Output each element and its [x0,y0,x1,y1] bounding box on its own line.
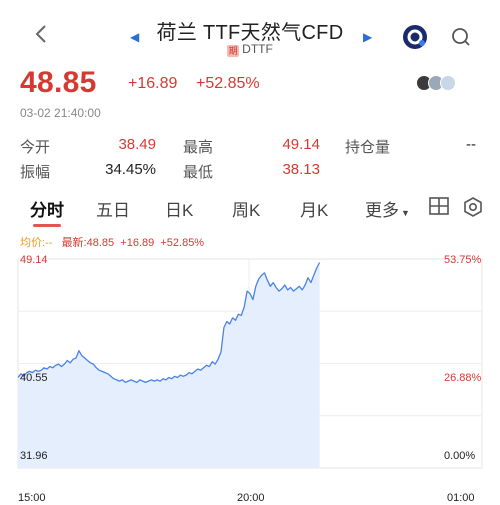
chart-period-tabs: 分时 五日 日K 周K 月K 更多 ▼ [0,196,500,227]
tab-more[interactable]: 更多 ▼ [365,196,410,221]
avatar [440,75,456,91]
y-right-tick-label: 26.88% [444,372,482,384]
price-change: +16.89 [128,75,178,92]
futures-badge: 期 [227,45,240,57]
tab-five-day[interactable]: 五日 [96,196,130,221]
tab-weekly-k[interactable]: 周K [232,196,260,221]
stat-label-amplitude: 振幅 [20,164,51,181]
active-tab-indicator [33,224,61,227]
tab-intraday[interactable]: 分时 [30,196,64,221]
symbol-code-label: DTTF [242,42,273,56]
quote-timestamp: 03-02 21:40:00 [20,106,101,120]
search-icon[interactable] [450,26,472,48]
next-symbol-arrow-icon[interactable]: ▶ [363,30,372,44]
stat-value-low: 38.13 [282,161,320,178]
y-tick-label: 49.14 [20,254,48,266]
top-navbar: ◀ 荷兰 TTF天然气CFD 期 DTTF ▶ [0,0,500,62]
settings-hexagon-icon[interactable] [462,196,484,218]
stat-value-high: 49.14 [282,136,320,153]
caret-down-icon: ▼ [401,208,410,218]
grid-layout-icon[interactable] [428,196,450,218]
x-tick-label: 01:00 [447,492,475,504]
intraday-chart-svg [17,258,483,469]
stat-label-open-interest: 持仓量 [345,139,391,156]
stat-label-open: 今开 [20,139,51,156]
x-tick-label: 15:00 [18,492,46,504]
tab-monthly-k[interactable]: 月K [300,196,328,221]
tab-more-label: 更多 [365,201,399,220]
y-right-tick-label: 53.75% [444,254,482,266]
stat-value-amplitude: 34.45% [105,161,156,178]
stat-label-low: 最低 [183,164,214,181]
y-tick-label: 31.96 [20,450,48,462]
app-logo-icon[interactable] [402,24,428,50]
last-price: 48.85 [20,66,97,99]
stat-value-open-interest: -- [466,136,476,153]
tab-daily-k[interactable]: 日K [165,196,193,221]
stat-value-open: 38.49 [118,136,156,153]
price-change-percent: +52.85% [196,75,260,92]
stat-label-high: 最高 [183,139,214,156]
x-tick-label: 20:00 [237,492,265,504]
y-tick-label: 40.55 [20,372,48,384]
y-right-tick-label: 0.00% [444,450,476,462]
intraday-chart[interactable]: 49.14 53.75% 40.55 26.88% 31.96 0.00% 15… [0,248,500,505]
